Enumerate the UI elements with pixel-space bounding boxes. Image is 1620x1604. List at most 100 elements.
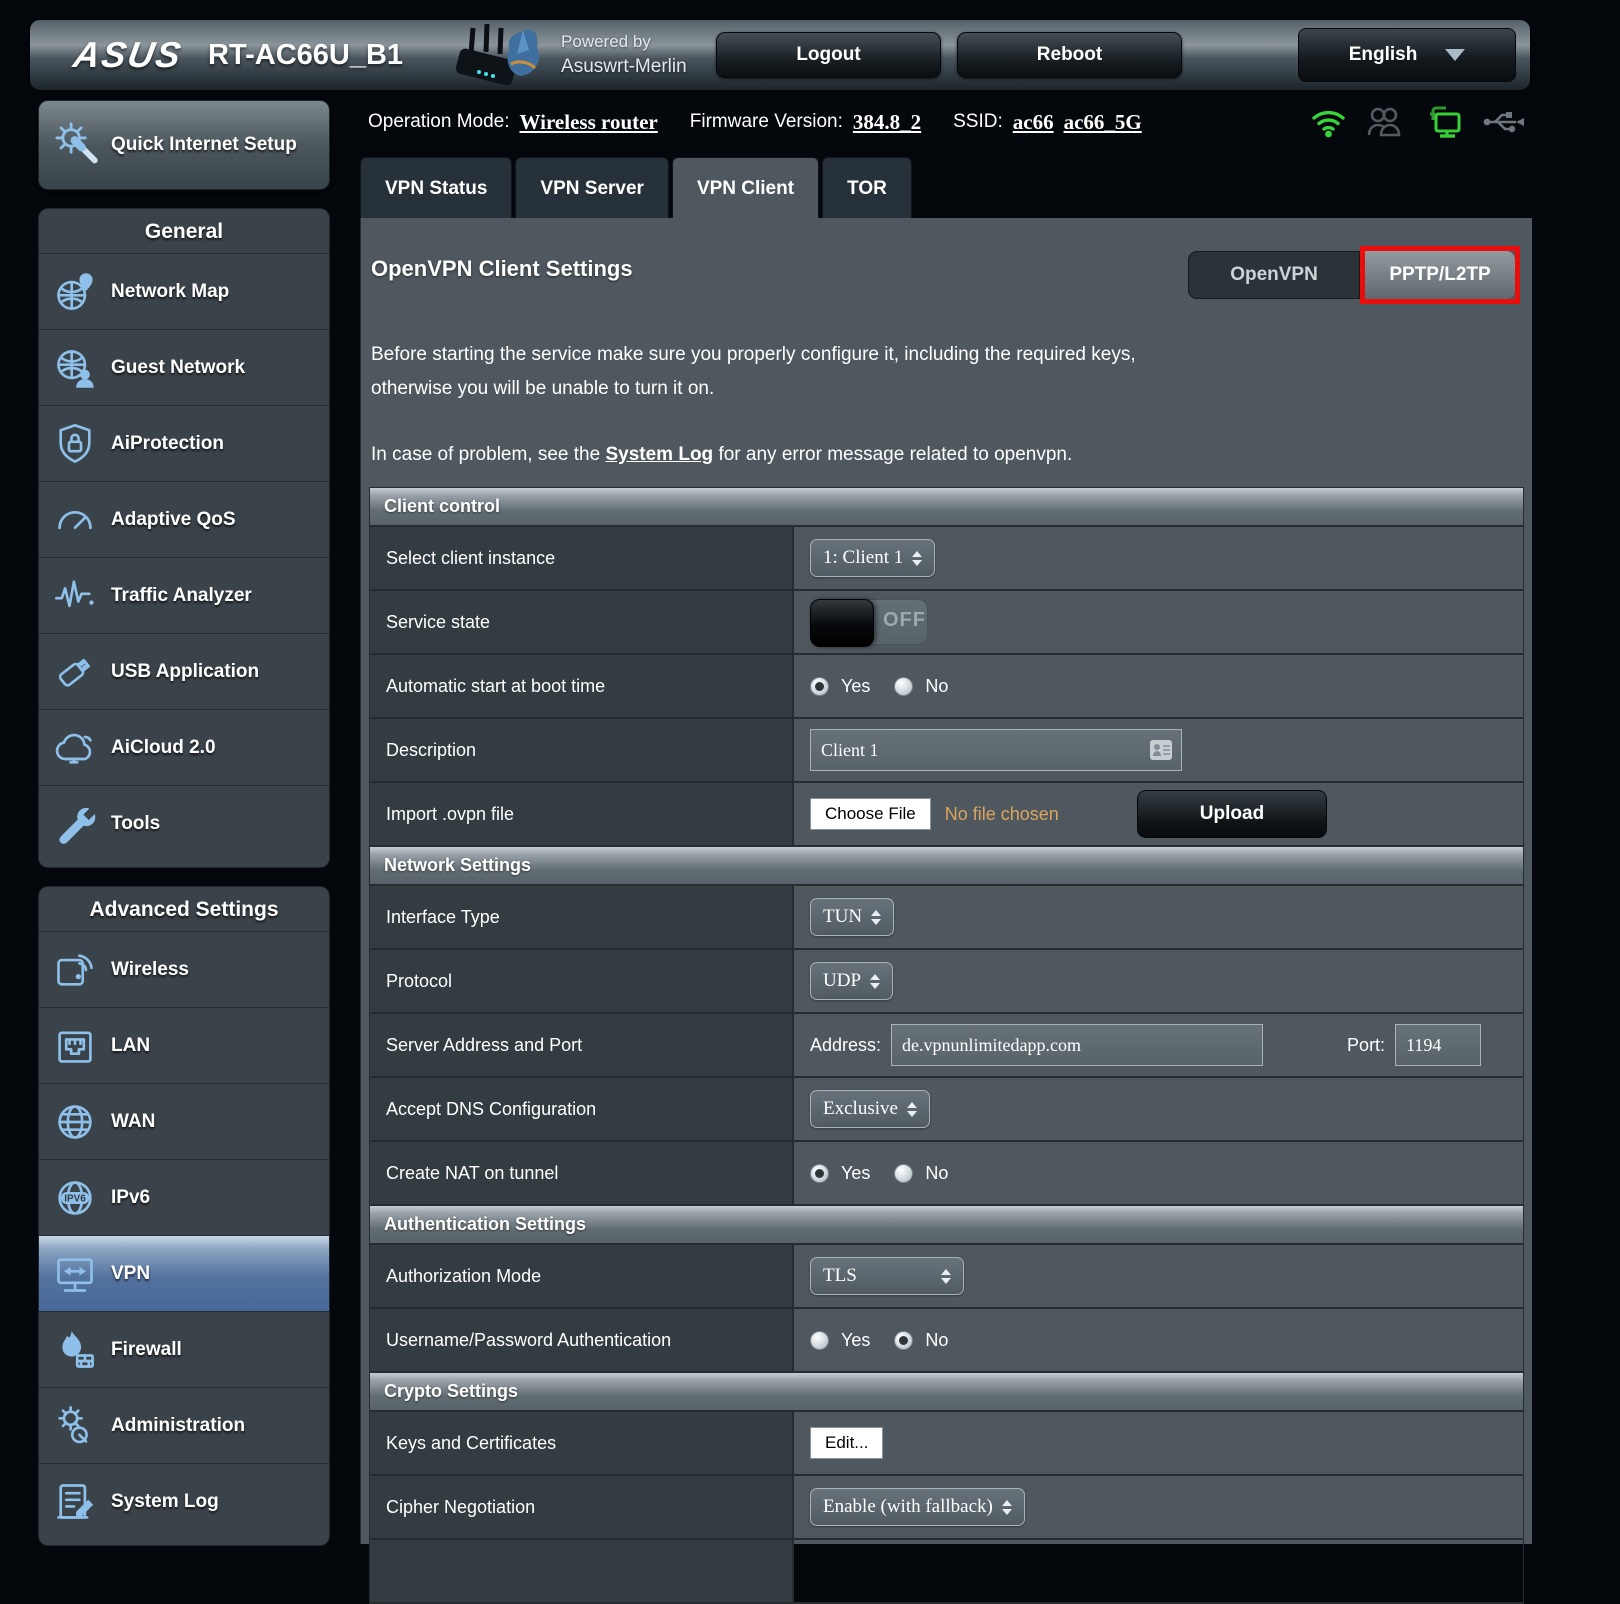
group-title: General (39, 209, 329, 253)
chevron-down-icon (1445, 49, 1465, 61)
sidebar-item-quick-internet-setup[interactable]: Quick Internet Setup (38, 100, 330, 190)
lan-device-icon[interactable] (1424, 104, 1464, 140)
sidebar-item-label: Quick Internet Setup (111, 133, 297, 157)
client-instance-select[interactable]: 1: Client 1 (810, 539, 935, 577)
cipher-negotiation-select[interactable]: Enable (with fallback) (810, 1488, 1025, 1526)
quick-setup-icon (51, 119, 103, 171)
traffic-analyzer-icon (53, 574, 99, 618)
language-label: English (1349, 44, 1418, 66)
vpn-client-panel: OpenVPN Client Settings OpenVPN PPTP/L2T… (360, 218, 1532, 1544)
firewall-icon (53, 1328, 99, 1372)
tab-vpn-client[interactable]: VPN Client (672, 157, 819, 219)
interface-type-select[interactable]: TUN (810, 898, 894, 936)
userpass-yes-radio[interactable] (810, 1331, 829, 1350)
autostart-yes-radio[interactable] (810, 677, 829, 696)
openvpn-mode-button[interactable]: OpenVPN (1188, 251, 1360, 299)
asus-logo: ASUS (70, 34, 185, 76)
status-infobar: Operation Mode: Wireless router Firmware… (368, 96, 1528, 148)
usb-icon[interactable] (1482, 108, 1524, 136)
logout-button[interactable]: Logout (716, 32, 941, 78)
ssid-link-5g[interactable]: ac66_5G (1064, 110, 1142, 135)
sidebar-item-administration[interactable]: Administration (39, 1387, 329, 1463)
firmware-label: Firmware Version: (690, 111, 843, 133)
nat-yes-radio[interactable] (810, 1164, 829, 1183)
row-select-client-instance: Select client instance 1: Client 1 (370, 527, 1523, 591)
pptp-l2tp-mode-button[interactable]: PPTP/L2TP (1365, 251, 1515, 299)
row-description: Description (370, 719, 1523, 783)
system-log-icon (53, 1480, 99, 1524)
no-file-chosen-text: No file chosen (945, 804, 1059, 825)
upload-button[interactable]: Upload (1137, 790, 1327, 838)
edit-keys-button[interactable]: Edit... (810, 1427, 883, 1459)
settings-table: Client control Select client instance 1:… (369, 487, 1524, 1604)
vpn-tabs: VPN Status VPN Server VPN Client TOR (360, 157, 912, 219)
group-title: Advanced Settings (39, 887, 329, 931)
sidebar-item-usb-application[interactable]: USB Application (39, 633, 329, 709)
authorization-mode-select[interactable]: TLS (810, 1257, 964, 1295)
dns-configuration-select[interactable]: Exclusive (810, 1090, 930, 1128)
ipv6-icon: IPV6 (53, 1176, 99, 1220)
tab-vpn-status[interactable]: VPN Status (360, 157, 512, 219)
row-automatic-start: Automatic start at boot time Yes No (370, 655, 1523, 719)
row-authorization-mode: Authorization Mode TLS (370, 1245, 1523, 1309)
sidebar-item-traffic-analyzer[interactable]: Traffic Analyzer (39, 557, 329, 633)
sidebar-item-ipv6[interactable]: IPV6 IPv6 (39, 1159, 329, 1235)
clients-icon[interactable] (1366, 106, 1406, 138)
system-log-link[interactable]: System Log (605, 444, 713, 465)
section-header-crypto: Crypto Settings (370, 1373, 1523, 1412)
section-header-client-control: Client control (370, 488, 1523, 527)
sidebar-item-firewall[interactable]: Firewall (39, 1311, 329, 1387)
profile-list-icon[interactable] (1149, 738, 1173, 767)
sidebar-item-system-log[interactable]: System Log (39, 1463, 329, 1539)
lan-icon (53, 1024, 99, 1068)
aiprotection-icon (53, 422, 99, 466)
sidebar-item-wan[interactable]: WAN (39, 1083, 329, 1159)
server-port-input[interactable] (1395, 1024, 1481, 1066)
highlight-annotation-box: PPTP/L2TP (1360, 246, 1520, 304)
section-header-authentication: Authentication Settings (370, 1206, 1523, 1245)
select-spinner-icon (871, 910, 881, 925)
sidebar-item-guest-network[interactable]: Guest Network (39, 329, 329, 405)
service-state-toggle[interactable]: OFF (810, 599, 928, 645)
sidebar-item-network-map[interactable]: Network Map (39, 253, 329, 329)
section-header-network-settings: Network Settings (370, 847, 1523, 886)
intro-text-2: In case of problem, see the System Log f… (371, 438, 1216, 472)
row-create-nat: Create NAT on tunnel Yes No (370, 1142, 1523, 1206)
sidebar-item-adaptive-qos[interactable]: Adaptive QoS (39, 481, 329, 557)
sidebar-item-tools[interactable]: Tools (39, 785, 329, 861)
select-spinner-icon (1002, 1500, 1012, 1515)
select-spinner-icon (870, 974, 880, 989)
row-cutoff (370, 1540, 1523, 1604)
sidebar-group-general: General Network Map Guest Networ (38, 208, 330, 868)
row-interface-type: Interface Type TUN (370, 886, 1523, 950)
reboot-button[interactable]: Reboot (957, 32, 1182, 78)
row-protocol: Protocol UDP (370, 950, 1523, 1014)
firmware-link[interactable]: 384.8_2 (853, 110, 921, 135)
administration-icon (53, 1404, 99, 1448)
aicloud-icon (53, 726, 99, 770)
operation-mode-link[interactable]: Wireless router (520, 110, 658, 135)
page-title: OpenVPN Client Settings (371, 256, 633, 282)
language-dropdown[interactable]: English (1298, 28, 1516, 82)
row-cipher-negotiation: Cipher Negotiation Enable (with fallback… (370, 1476, 1523, 1540)
ssid-link-2g[interactable]: ac66 (1013, 110, 1054, 135)
server-address-input[interactable] (891, 1024, 1263, 1066)
userpass-no-radio[interactable] (894, 1331, 913, 1350)
sidebar-item-aiprotection[interactable]: AiProtection (39, 405, 329, 481)
sidebar-item-vpn[interactable]: VPN (39, 1235, 329, 1311)
wifi-icon[interactable] (1310, 106, 1348, 138)
description-input[interactable] (810, 729, 1182, 771)
tab-tor[interactable]: TOR (822, 157, 912, 219)
select-spinner-icon (907, 1102, 917, 1117)
sidebar-item-lan[interactable]: LAN (39, 1007, 329, 1083)
tab-vpn-server[interactable]: VPN Server (515, 157, 669, 219)
usb-application-icon (53, 650, 99, 694)
sidebar-item-aicloud[interactable]: AiCloud 2.0 (39, 709, 329, 785)
sidebar-item-wireless[interactable]: Wireless (39, 931, 329, 1007)
protocol-select[interactable]: UDP (810, 962, 893, 1000)
nat-no-radio[interactable] (894, 1164, 913, 1183)
select-spinner-icon (941, 1269, 951, 1284)
autostart-no-radio[interactable] (894, 677, 913, 696)
network-map-icon (53, 270, 99, 314)
choose-file-button[interactable]: Choose File (810, 798, 931, 830)
